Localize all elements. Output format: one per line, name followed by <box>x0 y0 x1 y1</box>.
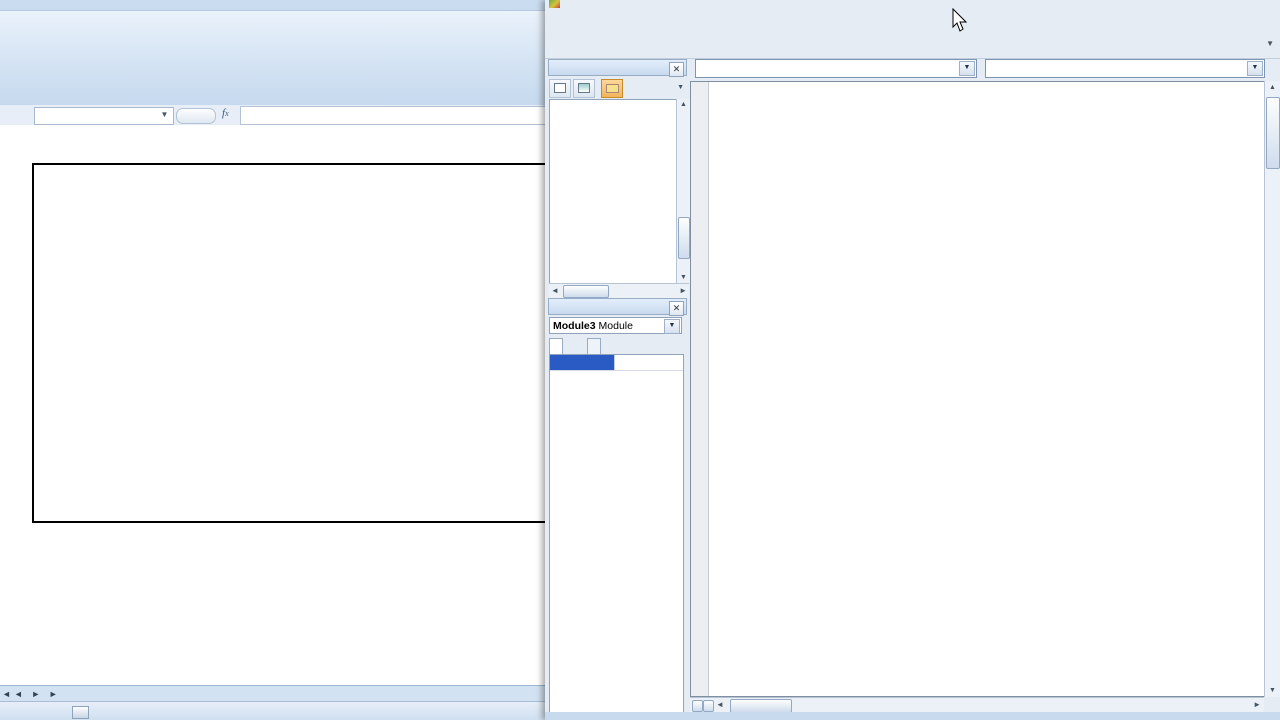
name-box[interactable] <box>34 107 174 125</box>
scroll-left-icon[interactable]: ◄ <box>551 286 559 295</box>
object-dropdown[interactable]: ▼ <box>695 59 977 78</box>
property-key[interactable] <box>550 355 615 370</box>
code-editor[interactable] <box>690 81 1264 697</box>
properties-grid[interactable] <box>549 354 684 716</box>
properties-tab-alphabetic[interactable] <box>549 338 563 355</box>
name-box-dropdown-icon[interactable]: ▼ <box>158 107 171 123</box>
code-vscrollbar[interactable]: ▲ ▼ <box>1264 81 1280 697</box>
dropdown-icon[interactable]: ▼ <box>959 61 975 76</box>
ribbon-tab-strip <box>0 0 545 11</box>
scroll-thumb[interactable] <box>730 699 792 713</box>
ribbon-developer <box>0 11 545 106</box>
worksheet-grid[interactable] <box>0 125 545 685</box>
properties-close-icon[interactable]: ✕ <box>669 301 684 316</box>
excel-window: ▼ fx ◄◄ ► ► <box>0 0 545 720</box>
properties-tab-categorized[interactable] <box>587 338 601 355</box>
view-code-button[interactable] <box>549 79 571 98</box>
project-tree-hscrollbar[interactable]: ◄ ► <box>549 283 689 298</box>
code-margin <box>691 82 709 696</box>
scroll-right-icon[interactable]: ► <box>1253 700 1261 709</box>
properties-object-selector[interactable]: Module3 Module ▼ <box>549 317 682 334</box>
toolbar-options-icon[interactable]: ▼ <box>1266 39 1274 48</box>
project-toolbar: ▼ <box>549 77 686 99</box>
dropdown-icon[interactable]: ▼ <box>664 319 680 334</box>
fx-icon[interactable]: fx <box>222 107 229 119</box>
sheet-nav-buttons[interactable]: ◄◄ ► ► <box>2 686 61 702</box>
project-toolbar-options-icon[interactable]: ▼ <box>677 84 684 91</box>
scroll-up-icon[interactable]: ▲ <box>677 101 690 108</box>
formula-bar-row: ▼ fx <box>0 105 545 126</box>
scroll-down-icon[interactable]: ▼ <box>677 274 690 281</box>
vbe-app-icon <box>549 0 560 8</box>
code-hscrollbar[interactable]: ◄ ► <box>690 697 1264 713</box>
project-panel-titlebar[interactable]: ✕ <box>548 59 687 76</box>
view-object-button[interactable] <box>573 79 595 98</box>
scroll-left-icon[interactable]: ◄ <box>716 700 724 709</box>
scroll-right-icon[interactable]: ► <box>679 286 687 295</box>
scroll-up-icon[interactable]: ▲ <box>1265 84 1280 91</box>
vbe-menu-bar <box>545 0 1280 14</box>
formula-input[interactable] <box>240 106 550 125</box>
object-type: Module <box>599 320 633 332</box>
scroll-thumb[interactable] <box>678 217 690 259</box>
property-row[interactable] <box>550 355 683 371</box>
project-tree[interactable] <box>549 99 678 285</box>
project-tree-vscrollbar[interactable]: ▲ ▼ <box>676 99 690 283</box>
sheet-tab-bar: ◄◄ ► ► <box>0 685 545 702</box>
macro-record-icon[interactable] <box>72 706 89 719</box>
toggle-folders-button[interactable] <box>601 79 623 98</box>
scroll-thumb[interactable] <box>563 285 609 298</box>
procedure-dropdown[interactable]: ▼ <box>985 59 1265 78</box>
property-value[interactable] <box>615 355 683 370</box>
vbe-window: ▼ ✕ ▼ ▲ ▼ ◄ ► ✕ Module3 <box>545 0 1280 720</box>
vbe-bottom-edge <box>545 712 1280 720</box>
split-button[interactable] <box>703 700 714 712</box>
object-name: Module3 <box>553 320 596 332</box>
excel-status-bar <box>0 701 545 720</box>
project-close-icon[interactable]: ✕ <box>669 62 684 77</box>
split-button[interactable] <box>692 700 703 712</box>
properties-panel-titlebar[interactable]: ✕ <box>548 298 687 315</box>
insert-function-button[interactable] <box>176 108 216 124</box>
dropdown-icon[interactable]: ▼ <box>1247 61 1263 76</box>
scroll-down-icon[interactable]: ▼ <box>1265 687 1280 694</box>
screen: ▼ fx ◄◄ ► ► ▼ ✕ <box>0 0 1280 720</box>
vbe-toolbar: ▼ <box>545 33 1280 59</box>
scroll-thumb[interactable] <box>1266 97 1280 169</box>
